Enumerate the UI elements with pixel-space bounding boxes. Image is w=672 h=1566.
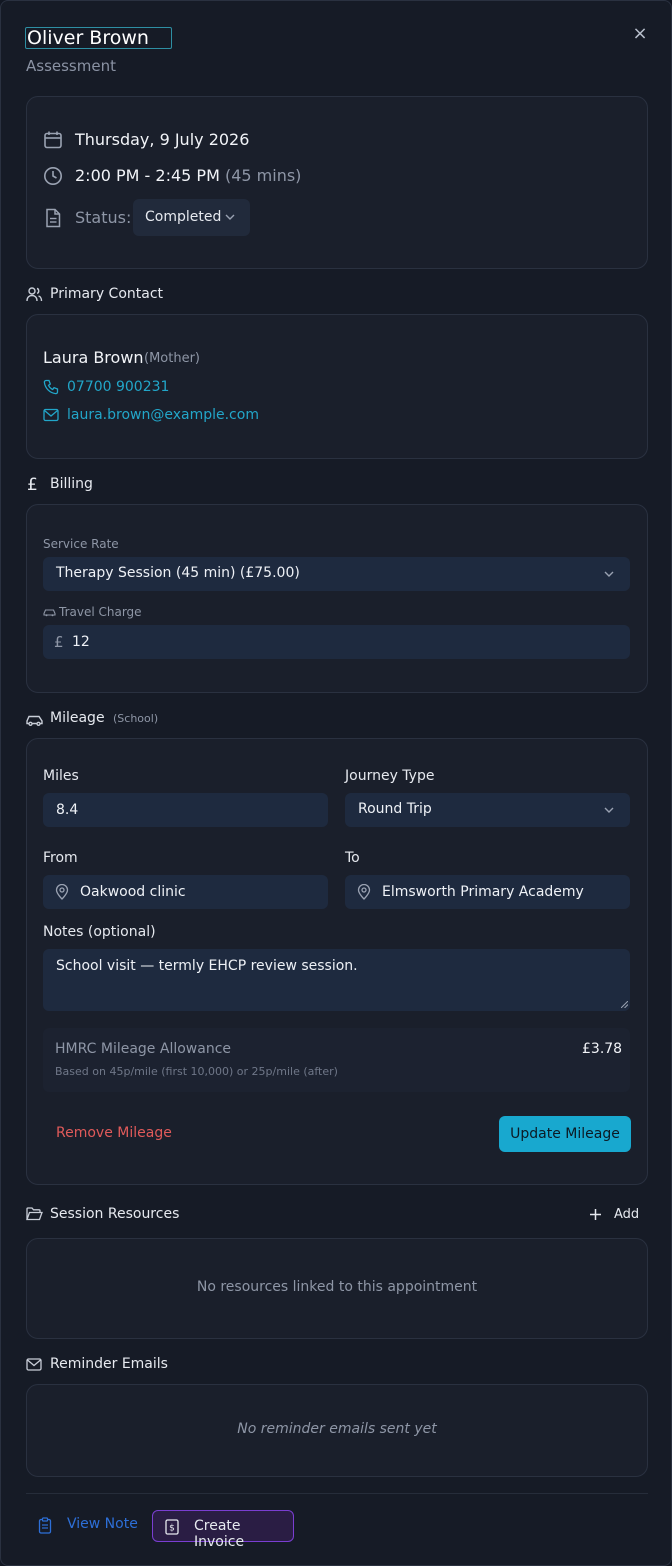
invoice-icon: $: [165, 1519, 179, 1535]
reminder-emails-heading: Reminder Emails: [50, 1356, 168, 1372]
remove-mileage-button[interactable]: Remove Mileage: [56, 1125, 172, 1141]
journey-type-label: Journey Type: [345, 768, 435, 784]
journey-type-select[interactable]: Round Trip: [345, 793, 630, 827]
chevron-down-icon: [225, 214, 235, 220]
folder-open-icon: [26, 1207, 43, 1221]
update-mileage-button[interactable]: Update Mileage: [499, 1116, 631, 1152]
resize-handle-icon[interactable]: [621, 1001, 628, 1008]
users-icon: [26, 287, 43, 302]
footer-divider: [26, 1493, 648, 1494]
journey-type-value: Round Trip: [358, 801, 432, 817]
appointment-date: Thursday, 9 July 2026: [75, 130, 250, 149]
car-icon: [43, 609, 56, 617]
to-input[interactable]: Elmsworth Primary Academy: [345, 875, 630, 909]
status-value: Completed: [145, 209, 222, 225]
map-pin-icon: [55, 884, 69, 900]
client-name-title[interactable]: Oliver Brown: [25, 27, 172, 49]
add-resource-label: Add: [614, 1207, 640, 1222]
clipboard-icon: [38, 1517, 52, 1534]
allowance-note: Based on 45p/mile (first 10,000) or 25p/…: [55, 1065, 338, 1078]
to-value: Elmsworth Primary Academy: [382, 884, 584, 900]
create-invoice-button[interactable]: $ Create Invoice: [152, 1510, 294, 1550]
contact-relation: (Mother): [144, 351, 200, 366]
from-value: Oakwood clinic: [80, 884, 186, 900]
miles-input[interactable]: 8.4: [43, 793, 328, 827]
resources-empty-text: No resources linked to this appointment: [196, 1279, 478, 1295]
appointment-modal: Oliver Brown Assessment × Thursday, 9 Ju…: [0, 0, 672, 1566]
document-icon: [46, 208, 61, 228]
calendar-icon: [44, 131, 62, 149]
chevron-down-icon: [604, 807, 614, 813]
mail-icon: [26, 1358, 42, 1371]
primary-contact-heading: Primary Contact: [50, 286, 164, 302]
from-input[interactable]: Oakwood clinic: [43, 875, 328, 909]
billing-heading: Billing: [50, 476, 93, 492]
mileage-tag: (School): [113, 712, 159, 725]
currency-symbol: £: [54, 633, 64, 651]
status-label: Status:: [75, 208, 132, 227]
pound-icon: £: [27, 475, 38, 495]
travel-charge-value: 12: [72, 634, 90, 650]
mail-icon: [43, 408, 59, 422]
chevron-down-icon: [604, 571, 614, 577]
contact-email-link[interactable]: laura.brown@example.com: [67, 407, 259, 423]
close-icon[interactable]: ×: [629, 23, 651, 45]
to-label: To: [345, 850, 360, 866]
travel-charge-input[interactable]: £ 12: [43, 625, 630, 659]
contact-name: Laura Brown: [43, 348, 144, 367]
contact-phone-link[interactable]: 07700 900231: [67, 379, 169, 395]
time-range: 2:00 PM - 2:45 PM: [75, 166, 220, 185]
create-invoice-label: Create Invoice: [194, 1518, 245, 1550]
allowance-amount: £3.78: [582, 1041, 623, 1057]
travel-charge-label: Travel Charge: [59, 605, 142, 619]
notes-textarea[interactable]: School visit — termly EHCP review sessio…: [43, 949, 630, 1011]
svg-text:$: $: [169, 1524, 175, 1534]
miles-value: 8.4: [56, 802, 79, 818]
duration: (45 mins): [224, 166, 302, 185]
service-rate-value: Therapy Session (45 min) (£75.00): [56, 565, 300, 581]
car-icon: [26, 715, 43, 726]
status-select[interactable]: Completed: [133, 199, 250, 236]
phone-icon: [43, 379, 59, 395]
session-resources-heading: Session Resources: [50, 1206, 180, 1222]
add-resource-button[interactable]: Add: [589, 1207, 639, 1225]
view-note-button[interactable]: View Note: [67, 1516, 138, 1532]
allowance-title: HMRC Mileage Allowance: [55, 1041, 231, 1057]
appointment-time: 2:00 PM - 2:45 PM (45 mins): [75, 166, 301, 185]
billing-card: [26, 504, 648, 693]
service-rate-select[interactable]: Therapy Session (45 min) (£75.00): [43, 557, 630, 591]
from-label: From: [43, 850, 78, 866]
notes-label: Notes (optional): [43, 924, 156, 940]
service-rate-label: Service Rate: [43, 537, 119, 551]
plus-icon: [590, 1209, 601, 1220]
miles-label: Miles: [43, 768, 79, 784]
mileage-heading: Mileage (School): [50, 710, 158, 726]
reminders-empty-text: No reminder emails sent yet: [237, 1421, 437, 1437]
notes-value: School visit — termly EHCP review sessio…: [56, 958, 358, 974]
mileage-allowance-box: HMRC Mileage Allowance Based on 45p/mile…: [43, 1028, 630, 1092]
clock-icon: [44, 167, 62, 185]
map-pin-icon: [357, 884, 371, 900]
appointment-type: Assessment: [26, 57, 116, 75]
mileage-title: Mileage: [50, 710, 105, 726]
